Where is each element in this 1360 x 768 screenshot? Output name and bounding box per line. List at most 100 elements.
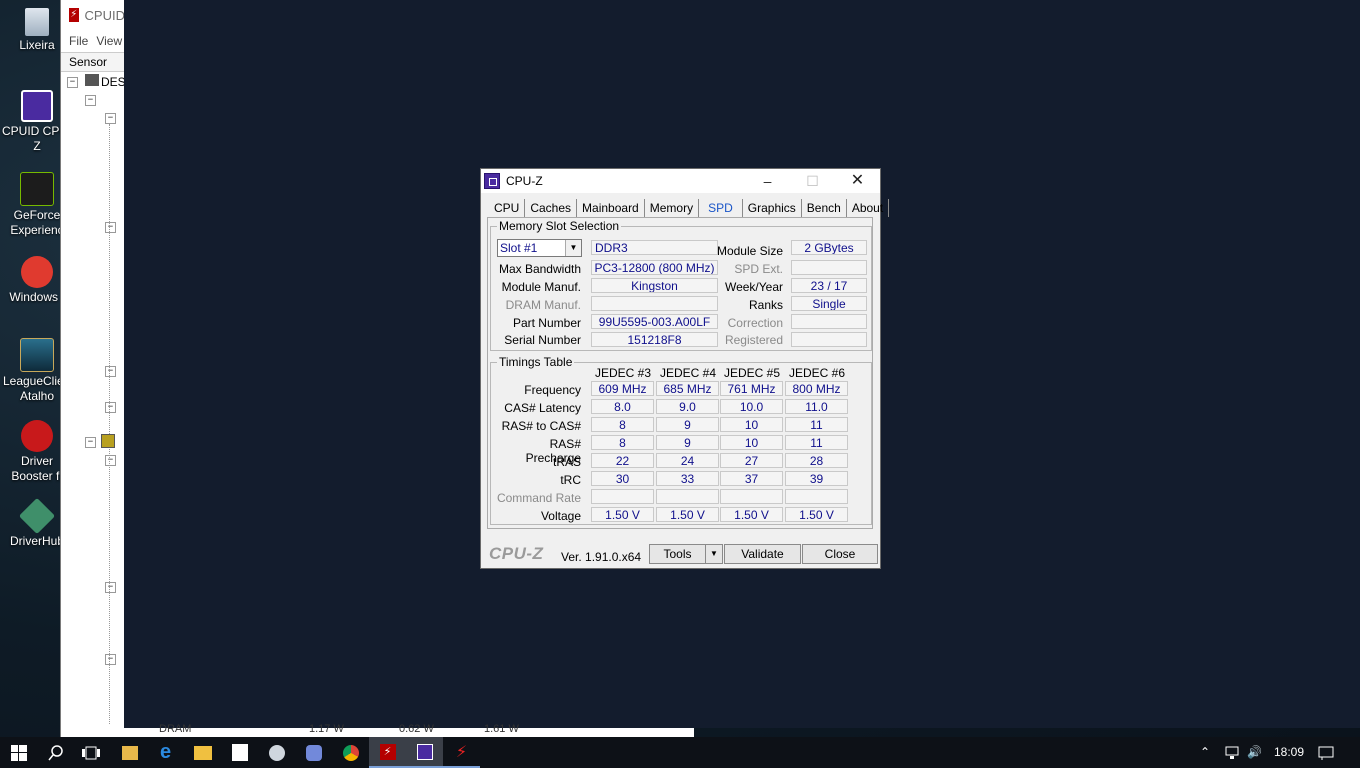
timings-cell: 39 [785,471,848,486]
tray-overflow-chevron[interactable]: ⌃ [1200,737,1210,768]
hwmonitor-taskbar-button[interactable]: ⚡ [369,737,406,768]
minimize-button[interactable]: – [745,169,790,193]
league-icon [20,338,54,372]
correction-label: Correction [727,316,783,330]
folder-button[interactable] [184,737,221,768]
validate-button[interactable]: Validate [724,544,801,564]
start-icon [10,744,27,761]
hwmonitor-menu: File View [61,30,125,52]
chrome-button[interactable] [332,737,369,768]
part-number-value: 99U5595-003.A00LF [591,314,718,329]
hwmonitor-titlebar[interactable]: ⚡ CPUID [61,0,125,30]
registered-value [791,332,867,347]
tree-collapse-icon[interactable]: − [105,113,116,124]
serial-number-label: Serial Number [504,333,581,347]
tools-dropdown-button[interactable]: ▼ [705,544,723,564]
timings-row-label: tRAS [552,455,581,469]
store-button[interactable] [221,737,258,768]
close-window-button[interactable]: ✕ [835,169,880,193]
timings-cell: 24 [656,453,719,468]
cpuz-taskbar-button[interactable] [406,737,443,768]
max-bandwidth-label: Max Bandwidth [498,262,581,276]
network-tray[interactable] [1224,737,1240,768]
chevron-up-icon: ⌃ [1200,745,1211,759]
edge-icon: e [159,741,172,763]
edge-button[interactable]: e [147,737,184,768]
menu-file[interactable]: File [69,34,88,48]
tree-root-label: DESI [101,75,125,89]
row-value: 1.17 W [309,723,344,735]
timings-cell: 1.50 V [591,507,654,522]
maximize-button: ☐ [806,173,819,189]
volume-icon: 🔊 [1247,745,1262,759]
timings-cell: 10.0 [720,399,783,414]
max-bandwidth-value: PC3-12800 (800 MHz) [591,260,718,275]
timings-cell: 9 [656,417,719,432]
timings-cell: 11.0 [785,399,848,414]
close-button[interactable]: Close [802,544,878,564]
clock[interactable]: 18:09 [1274,737,1304,768]
volume-tray[interactable]: 🔊 [1247,737,1262,768]
timings-cell: 8 [591,435,654,450]
tab-memory[interactable]: Memory [645,199,700,217]
cpuz-icon [21,90,53,122]
task-view-button[interactable] [72,737,109,768]
ranks-label: Ranks [748,298,783,312]
tab-mainboard[interactable]: Mainboard [577,199,645,217]
slot-select[interactable]: Slot #1 ▼ [497,239,582,257]
timings-cell: 761 MHz [720,381,783,396]
row-value: 1.61 W [484,723,519,735]
action-center-button[interactable] [1318,737,1334,768]
sensor-column-header[interactable]: Sensor [61,52,125,72]
notification-icon [1318,746,1334,760]
ranks-value: Single [791,296,867,311]
version-label: Ver. 1.91.0.x64 [561,550,642,564]
correction-value [791,314,867,329]
file-explorer-pinned[interactable] [111,737,148,768]
registered-label: Registered [724,333,783,347]
timings-cell: 30 [591,471,654,486]
row-label: DRAM [159,723,192,735]
chevron-down-icon: ▼ [710,549,718,558]
tree-collapse-icon[interactable]: − [85,95,96,106]
discord-button[interactable] [295,737,332,768]
cpu-icon [101,434,115,448]
tab-bench[interactable]: Bench [802,199,847,217]
tab-spd[interactable]: SPD [699,199,743,217]
timings-cell: 27 [720,453,783,468]
tab-caches[interactable]: Caches [525,199,578,217]
timings-cell: 33 [656,471,719,486]
tools-button[interactable]: Tools [649,544,706,564]
timings-cell: 11 [785,417,848,432]
spd-ext-value [791,260,867,275]
tab-about[interactable]: About [847,199,890,217]
steam-button[interactable] [258,737,295,768]
timings-row-label: tRC [560,473,581,487]
timings-cell [591,489,654,504]
timings-column-header: JEDEC #4 [659,366,717,380]
hwmonitor-window[interactable]: ⚡ CPUID File View Sensor DESI − − − − − … [60,0,125,740]
menu-view[interactable]: View [96,34,122,48]
driver-booster-icon [21,420,53,452]
cpuid-icon: ⚡ [455,743,468,761]
timings-row-label: Frequency [524,383,581,397]
cpuz-footer: CPU-Z Ver. 1.91.0.x64 Tools ▼ Validate C… [481,539,880,569]
cpuz-titlebar[interactable]: CPU-Z – ☐ ✕ [481,169,880,193]
tab-cpu[interactable]: CPU [489,199,526,217]
start-button[interactable] [0,737,37,768]
tab-graphics[interactable]: Graphics [743,199,802,217]
cpuz-window[interactable]: CPU-Z – ☐ ✕ CPU Caches Mainboard Memory … [480,168,890,569]
folder-icon [193,745,212,760]
chevron-down-icon[interactable]: ▼ [565,240,581,256]
serial-number-value: 151218F8 [591,332,718,347]
search-button[interactable] [37,737,74,768]
timings-column-header: JEDEC #5 [723,366,781,380]
file-explorer-icon [121,745,138,760]
group-title: Memory Slot Selection [497,219,622,233]
cpuid-taskbar-button[interactable]: ⚡ [443,737,480,768]
tree-collapse-icon[interactable]: − [67,77,78,88]
tree-collapse-icon[interactable]: − [85,437,96,448]
timings-cell: 1.50 V [656,507,719,522]
module-size-value: 2 GBytes [791,240,867,255]
geforce-icon [20,172,54,206]
